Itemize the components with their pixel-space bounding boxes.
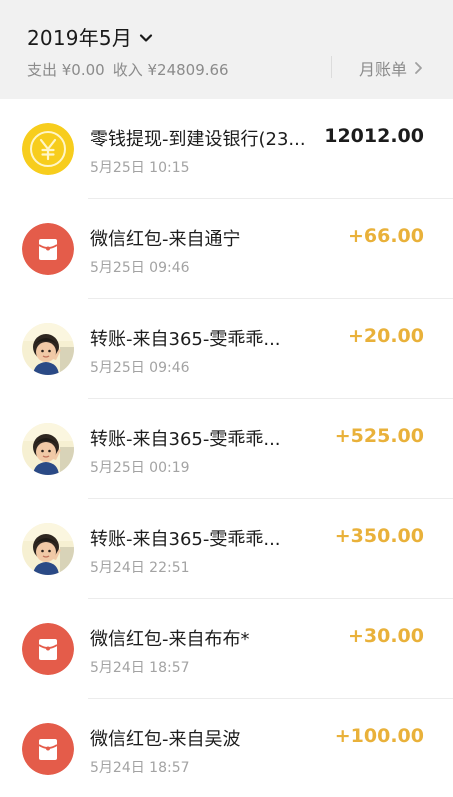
month-totals: 支出 ¥0.00 收入 ¥24809.66 (27, 59, 229, 80)
monthly-bill-label: 月账单 (359, 60, 408, 79)
red-packet-icon (22, 623, 74, 675)
income-total: 收入 ¥24809.66 (112, 61, 229, 79)
month-summary-header: 2019年5月 支出 ¥0.00 收入 ¥24809.66 月账单 (0, 0, 453, 99)
transaction-time: 5月25日 10:15 (90, 160, 190, 176)
month-label: 2019年5月 (27, 26, 133, 50)
transaction-amount: +20.00 (347, 325, 424, 347)
transaction-amount: +66.00 (347, 225, 424, 247)
transaction-row[interactable]: 转账-来自365-雯乖乖... 5月25日 09:46 +20.00 (0, 299, 453, 399)
transaction-time: 5月25日 09:46 (90, 360, 190, 376)
transaction-amount: 12012.00 (324, 125, 424, 147)
user-avatar (22, 423, 74, 475)
header-divider (331, 56, 332, 78)
transaction-title: 零钱提现-到建设银行(23... (90, 129, 306, 150)
transaction-time: 5月25日 09:46 (90, 260, 190, 276)
transaction-amount: +100.00 (334, 725, 424, 747)
transaction-row[interactable]: 微信红包-来自通宁 5月25日 09:46 +66.00 (0, 199, 453, 299)
transaction-row[interactable]: 转账-来自365-雯乖乖... 5月24日 22:51 +350.00 (0, 499, 453, 599)
transaction-title: 转账-来自365-雯乖乖... (90, 329, 281, 350)
transaction-title: 微信红包-来自布布* (90, 629, 250, 650)
transaction-amount: +350.00 (334, 525, 424, 547)
user-avatar (22, 523, 74, 575)
transaction-time: 5月24日 18:57 (90, 760, 190, 776)
transaction-amount: +30.00 (347, 625, 424, 647)
yen-coin-icon (22, 123, 74, 175)
month-picker[interactable]: 2019年5月 (27, 22, 153, 51)
bill-page: 2019年5月 支出 ¥0.00 收入 ¥24809.66 月账单 零钱提现-到… (0, 0, 453, 797)
expense-total: 支出 ¥0.00 (27, 61, 105, 79)
transaction-title: 微信红包-来自吴波 (90, 729, 241, 750)
transaction-row[interactable]: 零钱提现-到建设银行(23... 5月25日 10:15 12012.00 (0, 99, 453, 199)
red-packet-icon (22, 723, 74, 775)
user-avatar (22, 323, 74, 375)
transaction-title: 转账-来自365-雯乖乖... (90, 429, 281, 450)
transaction-list: 零钱提现-到建设银行(23... 5月25日 10:15 12012.00 微信… (0, 99, 453, 797)
chevron-down-icon (139, 34, 153, 42)
chevron-right-icon (415, 62, 422, 74)
transaction-title: 微信红包-来自通宁 (90, 229, 241, 250)
transaction-time: 5月25日 00:19 (90, 460, 190, 476)
transaction-row[interactable]: 微信红包-来自吴波 5月24日 18:57 +100.00 (0, 699, 453, 797)
transaction-row[interactable]: 微信红包-来自布布* 5月24日 18:57 +30.00 (0, 599, 453, 699)
transaction-row[interactable]: 转账-来自365-雯乖乖... 5月25日 00:19 +525.00 (0, 399, 453, 499)
transaction-time: 5月24日 22:51 (90, 560, 190, 576)
transaction-amount: +525.00 (334, 425, 424, 447)
transaction-title: 转账-来自365-雯乖乖... (90, 529, 281, 550)
transaction-time: 5月24日 18:57 (90, 660, 190, 676)
monthly-bill-link[interactable]: 月账单 (359, 56, 423, 80)
red-packet-icon (22, 223, 74, 275)
